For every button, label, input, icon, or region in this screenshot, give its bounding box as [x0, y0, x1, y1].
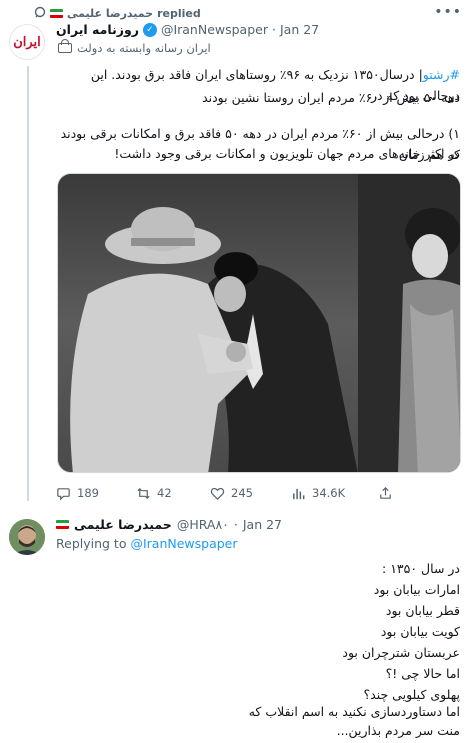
replying-prefix: Replying to — [56, 536, 127, 551]
reply-context-icon — [34, 6, 46, 21]
replied-user[interactable]: حمیدرضا علیمی — [67, 7, 153, 20]
tweet-photo[interactable] — [57, 173, 461, 473]
like-icon — [210, 487, 225, 500]
author-name[interactable]: روزنامه ایران — [56, 22, 139, 37]
like-count: 245 — [231, 486, 253, 500]
replying-handle-link[interactable]: @IranNewspaper — [130, 536, 237, 551]
thread-connector — [27, 66, 29, 501]
tweet-header: حمیدرضا علیمی @HRA۸۰ · Jan 27 — [56, 517, 282, 532]
author-name[interactable]: حمیدرضا علیمی — [74, 517, 172, 532]
tweet-date[interactable]: Jan 27 — [280, 22, 319, 37]
reply-text-line: امارات بیابان بود — [373, 582, 460, 597]
separator: · — [233, 517, 238, 532]
reply-text-line: کویت بیابان بود — [380, 624, 460, 639]
reply-button[interactable]: 189 — [56, 486, 99, 501]
author-handle[interactable]: @HRA۸۰ — [177, 517, 229, 532]
affiliation-text: ایران رسانه وابسته به دولت — [77, 41, 211, 55]
more-options-icon[interactable]: ••• — [434, 4, 462, 20]
reply-text-line: اما دستاوردسازی نکنید به اسم انقلاب که — [248, 704, 460, 719]
tweet-body-line: در اکثر خانه‌های مردم جهان تلویزیون و ام… — [114, 146, 460, 161]
iran-flag-icon — [56, 520, 69, 529]
author-handle[interactable]: @IranNewspaper — [161, 22, 268, 37]
share-icon — [380, 486, 391, 499]
reply-count: 189 — [77, 486, 99, 500]
tweet-date[interactable]: Jan 27 — [243, 517, 282, 532]
government-icon — [58, 39, 72, 53]
tweet-actions: 189 42 245 34.6K — [56, 484, 416, 502]
tweet-body-line: دهه ۵۰ بیش از ۶۰٪ مردم ایران روستا نشین … — [202, 90, 460, 105]
reply-text-line: در سال ۱۳۵۰ : — [382, 561, 460, 576]
views-icon — [293, 488, 305, 499]
affiliation-label[interactable]: ایران رسانه وابسته به دولت — [58, 39, 211, 55]
replied-label: replied — [157, 6, 201, 20]
hashtag-link[interactable]: #رشتو — [423, 67, 460, 82]
avatar[interactable]: ایران — [9, 24, 45, 60]
views-button[interactable]: 34.6K — [291, 486, 345, 501]
reply-text-line: عربستان شترچران بود — [342, 645, 460, 660]
iran-flag-icon — [50, 8, 63, 18]
verified-icon: ✓ — [142, 22, 157, 37]
reply-text-line: منت سر مردم بذارین... — [336, 723, 460, 738]
share-button[interactable] — [378, 486, 393, 501]
tweet-header: روزنامه ایران ✓ @IranNewspaper · Jan 27 — [56, 22, 319, 37]
replied-context[interactable]: حمیدرضا علیمی replied — [34, 5, 201, 21]
replying-to: Replying to @IranNewspaper — [56, 536, 238, 551]
retweet-icon — [137, 487, 150, 499]
retweet-button[interactable]: 42 — [136, 486, 172, 501]
like-button[interactable]: 245 — [210, 486, 253, 501]
reply-text-line: قطر بیابان بود — [385, 603, 460, 618]
avatar[interactable] — [9, 519, 45, 555]
separator: · — [271, 22, 276, 37]
views-count: 34.6K — [312, 486, 346, 500]
reply-icon — [57, 487, 70, 501]
retweet-count: 42 — [157, 486, 172, 500]
reply-text-line: اما حالا چی !؟ — [385, 666, 460, 681]
avatar-logo-text: ایران — [13, 34, 41, 50]
